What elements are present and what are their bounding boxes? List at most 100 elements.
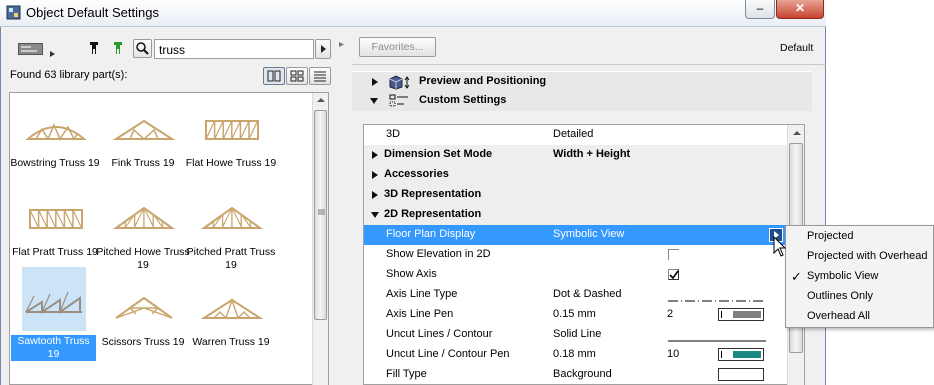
minimize-button[interactable]: – bbox=[745, 0, 775, 19]
param-value[interactable]: Background bbox=[553, 368, 612, 380]
library-part-item[interactable]: Fink Truss 19 bbox=[102, 99, 184, 181]
view-small-icons-button[interactable] bbox=[286, 67, 308, 85]
param-value[interactable]: Detailed bbox=[553, 128, 593, 140]
menu-item-label: Projected with Overhead bbox=[807, 250, 928, 262]
param-row[interactable]: Show Axis bbox=[364, 265, 787, 285]
library-part-item[interactable]: Flat Pratt Truss 19 bbox=[12, 188, 98, 270]
view-list-button[interactable] bbox=[309, 67, 331, 85]
param-row[interactable]: Uncut Line / Contour Pen 0.18 mm 10 bbox=[364, 345, 787, 365]
pitched-pratt-truss-thumb bbox=[200, 193, 264, 237]
library-scroll-thumb[interactable] bbox=[314, 110, 327, 320]
filter-black-icon[interactable] bbox=[88, 41, 100, 55]
library-part-label: Flat Pratt Truss 19 bbox=[12, 246, 98, 258]
param-row[interactable]: Floor Plan Display Symbolic View bbox=[364, 225, 787, 245]
param-label: Floor Plan Display bbox=[386, 228, 476, 240]
checkbox[interactable] bbox=[668, 249, 679, 260]
menu-item[interactable]: ✓ Symbolic View bbox=[786, 267, 933, 286]
filter-green-icon[interactable] bbox=[112, 41, 124, 55]
window-title: Object Default Settings bbox=[26, 5, 159, 20]
panel-preview-positioning[interactable]: Preview and Positioning bbox=[352, 71, 812, 91]
param-row[interactable]: 3D Representation bbox=[364, 185, 787, 205]
library-scrollbar[interactable] bbox=[312, 93, 328, 385]
param-label: Uncut Line / Contour Pen bbox=[386, 348, 510, 360]
close-button[interactable]: ✕ bbox=[776, 0, 824, 19]
library-part-item[interactable]: Pitched Howe Truss 19 bbox=[96, 188, 190, 271]
param-row[interactable]: Axis Line Type Dot & Dashed bbox=[364, 285, 787, 305]
param-label: 3D Representation bbox=[384, 188, 482, 200]
close-icon: ✕ bbox=[794, 1, 806, 15]
param-value[interactable]: 0.18 mm bbox=[553, 348, 596, 360]
checkmark-icon bbox=[669, 270, 679, 280]
mouse-cursor-icon bbox=[773, 236, 787, 257]
fill-type-swatch[interactable] bbox=[718, 368, 764, 381]
expand-right-icon[interactable] bbox=[370, 170, 380, 183]
menu-item[interactable]: Outlines Only bbox=[786, 287, 933, 306]
search-go-button[interactable] bbox=[315, 39, 331, 59]
param-row[interactable]: 3D Detailed bbox=[364, 125, 787, 145]
param-label: Axis Line Pen bbox=[386, 308, 454, 320]
scissors-truss-thumb bbox=[112, 283, 176, 327]
library-menu-chevron-icon[interactable] bbox=[49, 49, 57, 57]
param-row[interactable]: Show Elevation in 2D bbox=[364, 245, 787, 265]
library-part-item[interactable]: Sawtooth Truss 19 bbox=[11, 267, 96, 361]
menu-item[interactable]: Projected bbox=[786, 227, 933, 246]
pen-number[interactable]: 2 bbox=[667, 308, 673, 320]
param-value[interactable]: Symbolic View bbox=[553, 228, 624, 240]
param-label: Axis Line Type bbox=[386, 288, 458, 300]
library-part-item[interactable]: Warren Truss 19 bbox=[190, 278, 272, 360]
library-part-label: Bowstring Truss 19 bbox=[10, 157, 100, 169]
library-view-icon[interactable] bbox=[18, 41, 44, 57]
param-value[interactable]: Dot & Dashed bbox=[553, 288, 621, 300]
expand-right-icon bbox=[372, 78, 378, 86]
param-row[interactable]: Fill Type Background bbox=[364, 365, 787, 385]
menu-item-label: Outlines Only bbox=[807, 290, 874, 302]
grip-icon bbox=[318, 209, 325, 215]
flat-pratt-truss-thumb bbox=[24, 193, 88, 237]
param-row[interactable]: 2D Representation bbox=[364, 205, 787, 225]
checkmark-icon: ✓ bbox=[791, 269, 802, 284]
pen-color-swatch[interactable] bbox=[718, 308, 764, 321]
small-icons-icon bbox=[290, 70, 304, 82]
param-value[interactable]: Solid Line bbox=[553, 328, 601, 340]
search-input[interactable]: truss bbox=[154, 39, 314, 59]
param-label: Show Axis bbox=[386, 268, 437, 280]
param-label: Fill Type bbox=[386, 368, 427, 380]
library-part-label: Warren Truss 19 bbox=[192, 336, 270, 348]
param-row[interactable]: Dimension Set Mode Width + Height bbox=[364, 145, 787, 165]
panel-custom-settings[interactable]: Custom Settings bbox=[352, 91, 812, 111]
library-part-label: Sawtooth Truss 19 bbox=[11, 335, 96, 361]
param-row[interactable]: Axis Line Pen 0.15 mm 2 bbox=[364, 305, 787, 325]
large-icons-icon bbox=[267, 70, 281, 82]
param-row[interactable]: Accessories bbox=[364, 165, 787, 185]
library-part-label: Flat Howe Truss 19 bbox=[185, 157, 277, 169]
scroll-up-icon[interactable] bbox=[316, 96, 326, 104]
param-value[interactable]: 0.15 mm bbox=[553, 308, 596, 320]
expand-right-icon[interactable] bbox=[370, 150, 380, 163]
library-part-item[interactable]: Flat Howe Truss 19 bbox=[186, 99, 276, 181]
library-part-label: Pitched Pratt Truss 19 bbox=[186, 246, 276, 271]
checkbox[interactable] bbox=[668, 269, 679, 280]
library-part-item[interactable]: Scissors Truss 19 bbox=[102, 278, 184, 360]
fink-truss-thumb bbox=[112, 104, 176, 148]
search-toggle-button[interactable] bbox=[133, 39, 152, 58]
pen-color-swatch[interactable] bbox=[718, 348, 764, 361]
pen-number[interactable]: 10 bbox=[667, 348, 679, 360]
favorites-button[interactable]: Favorites... bbox=[359, 37, 436, 57]
param-value[interactable]: Width + Height bbox=[553, 148, 630, 160]
menu-item[interactable]: Projected with Overhead bbox=[786, 247, 933, 266]
scroll-up-icon[interactable] bbox=[792, 129, 802, 137]
expand-right-icon[interactable] bbox=[370, 190, 380, 203]
preview-cube-icon bbox=[389, 75, 410, 90]
app-icon bbox=[6, 5, 21, 20]
flat-howe-truss-thumb bbox=[200, 104, 264, 148]
library-part-item[interactable]: Bowstring Truss 19 bbox=[10, 99, 100, 181]
library-part-item[interactable]: Pitched Pratt Truss 19 bbox=[187, 188, 275, 271]
param-row[interactable]: Uncut Lines / Contour Solid Line bbox=[364, 325, 787, 345]
menu-item[interactable]: Overhead All bbox=[786, 307, 933, 326]
view-large-icons-button[interactable] bbox=[263, 67, 285, 85]
param-label: Accessories bbox=[384, 168, 449, 180]
panel-label: Custom Settings bbox=[419, 94, 507, 106]
param-label: Dimension Set Mode bbox=[384, 148, 493, 160]
splitter-grip-icon[interactable] bbox=[339, 38, 344, 47]
collapse-down-icon[interactable] bbox=[370, 210, 380, 223]
